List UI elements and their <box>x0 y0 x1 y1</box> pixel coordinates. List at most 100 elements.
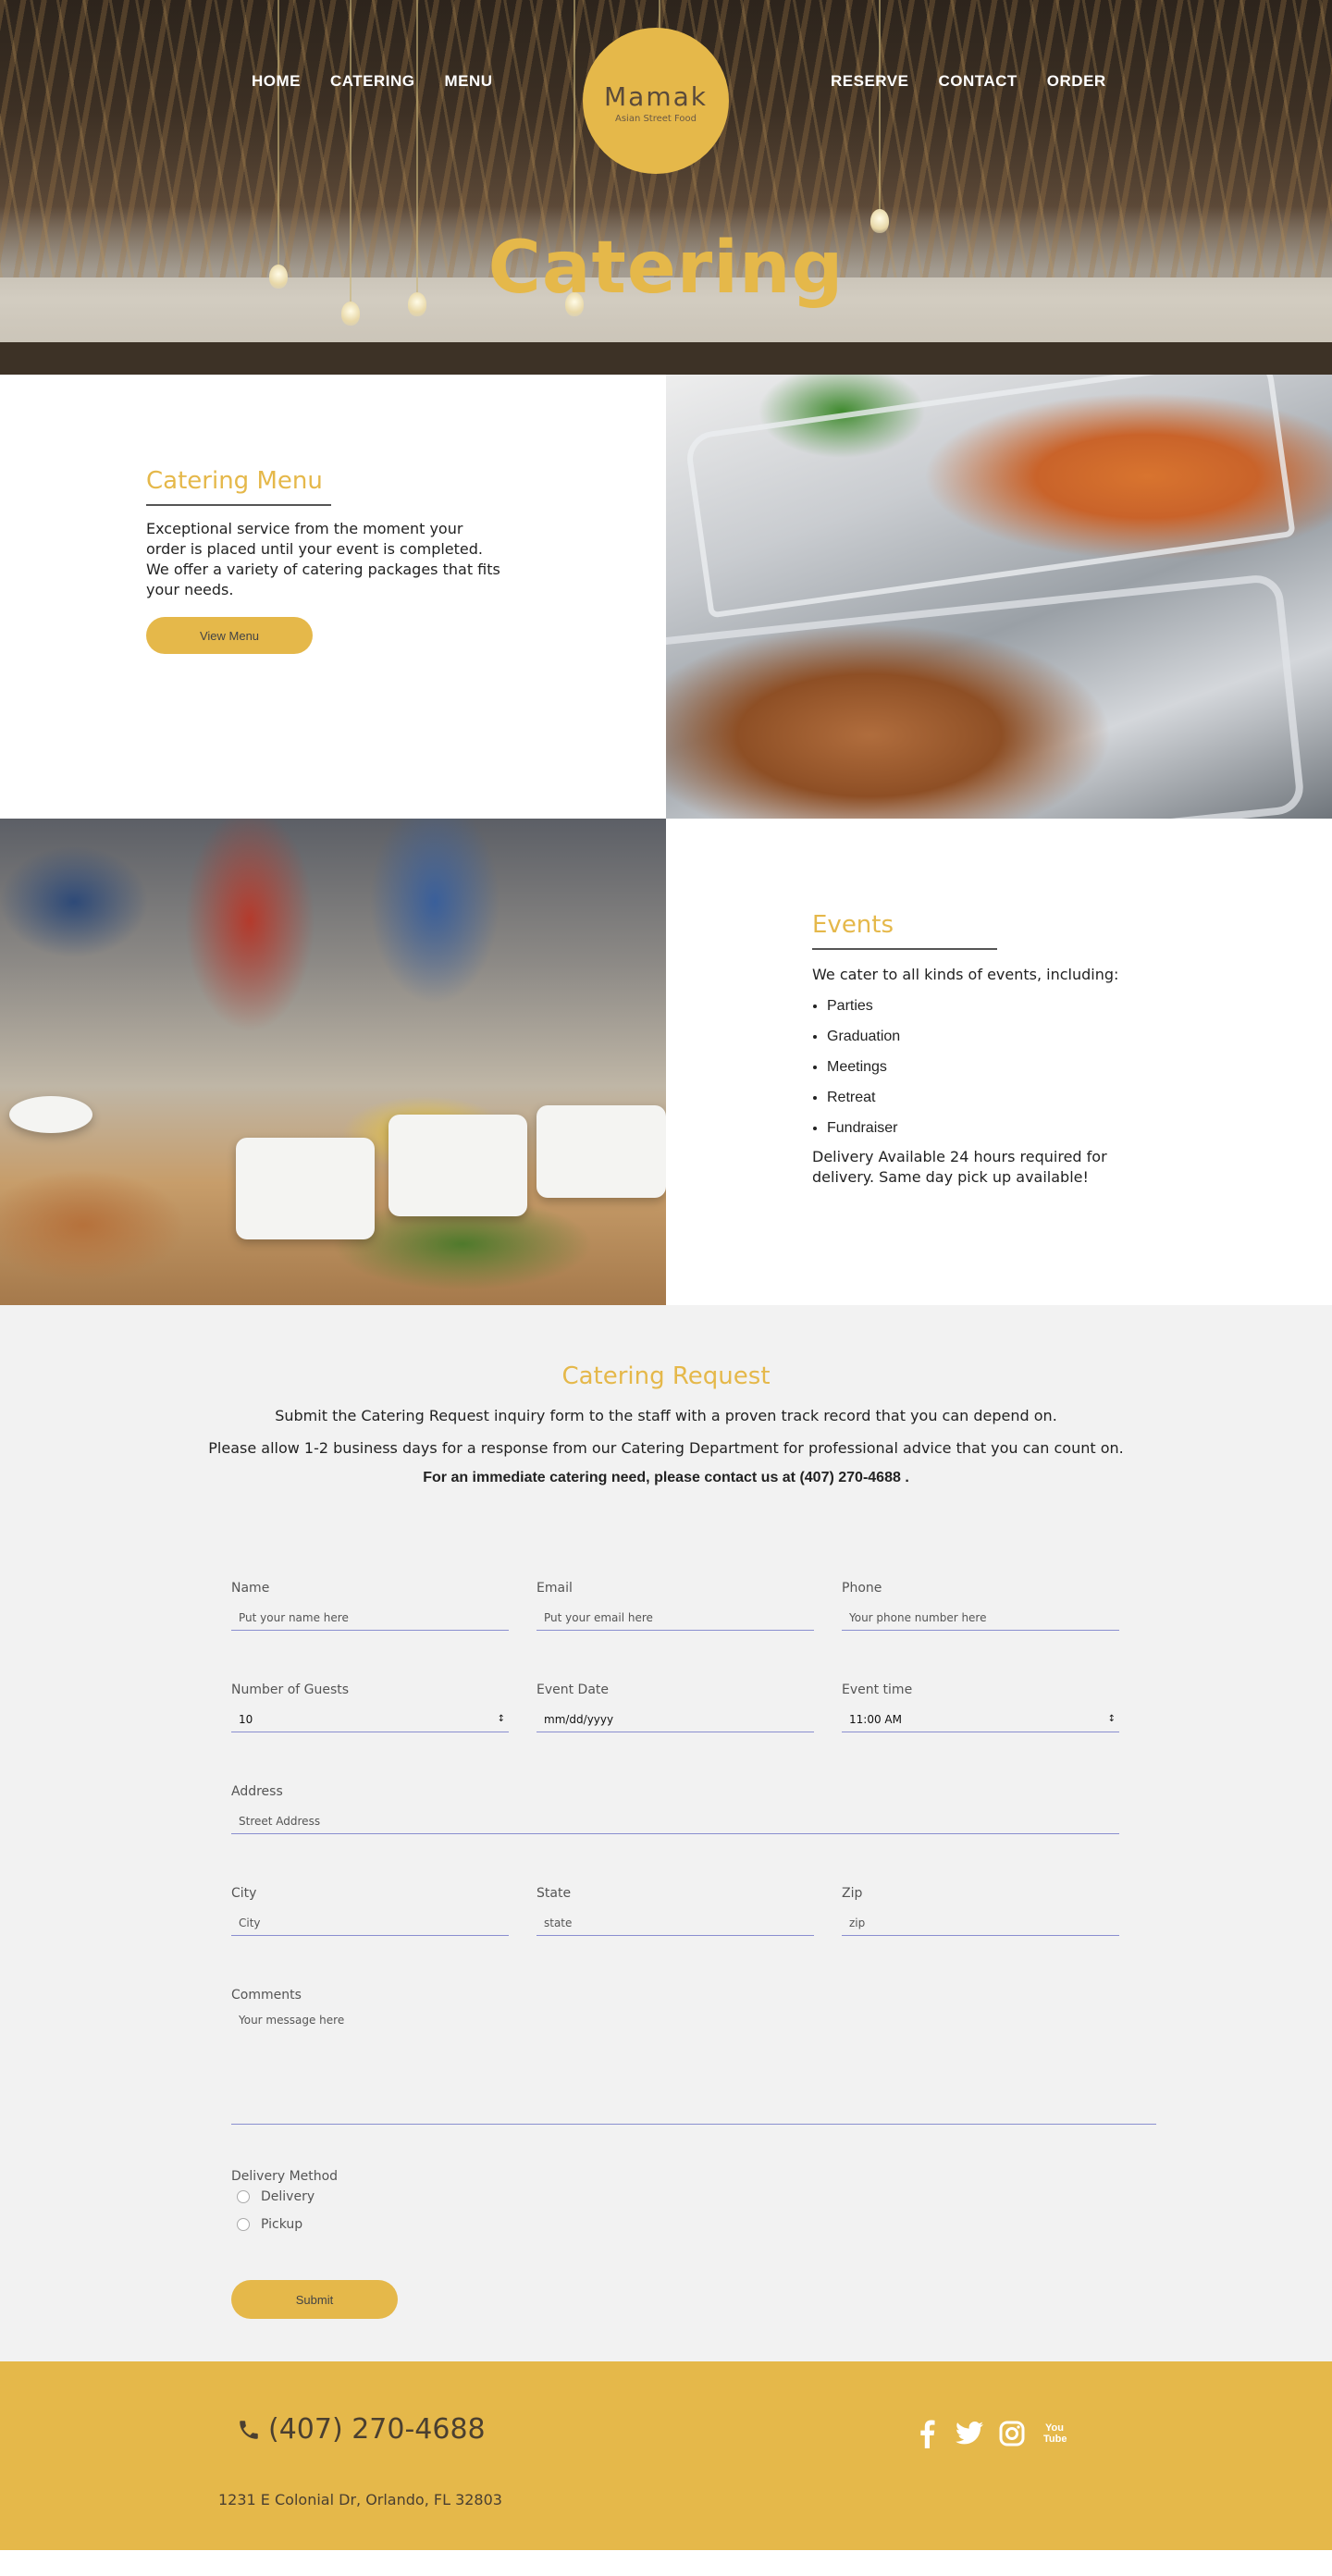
buffet-bowl <box>388 1115 527 1216</box>
radio-pickup[interactable] <box>237 2218 250 2231</box>
nav-order[interactable]: ORDER <box>1047 72 1106 91</box>
footer-phone-number: (407) 270-4688 <box>268 2413 486 2446</box>
twitter-icon[interactable] <box>955 2417 984 2450</box>
form-row-delivery: Delivery Method Delivery Pickup <box>0 2169 1332 2280</box>
comments-label: Comments <box>231 1988 302 2003</box>
form-row-event: Number of Guests 10 ↕ Event Date mm/dd/y… <box>0 1682 1332 1784</box>
events-intro: We cater to all kinds of events, includi… <box>812 966 1119 983</box>
address-label: Address <box>231 1784 283 1799</box>
form-row-address: Address Street Address <box>0 1784 1332 1886</box>
nav-catering[interactable]: CATERING <box>330 72 415 91</box>
comments-textarea[interactable]: Your message here <box>231 2014 1156 2125</box>
zip-input[interactable]: zip <box>842 1912 1119 1936</box>
page-title: Catering <box>487 227 845 310</box>
submit-button[interactable]: Submit <box>231 2280 398 2319</box>
nav-home[interactable]: HOME <box>252 72 301 91</box>
social-links: You Tube <box>912 2417 1069 2450</box>
city-field: City City <box>231 1886 509 1936</box>
catering-request-form: Name Put your name here Email Put your e… <box>0 1581 1332 2319</box>
state-field: State state <box>536 1886 814 1936</box>
buffet-bowl <box>236 1138 375 1239</box>
heading-underline <box>812 948 997 950</box>
state-label: State <box>536 1886 572 1901</box>
select-arrows-icon: ↕ <box>1107 1714 1116 1724</box>
phone-label: Phone <box>842 1581 882 1596</box>
address-input[interactable]: Street Address <box>231 1810 1119 1834</box>
footer-phone[interactable]: (407) 270-4688 <box>237 2413 486 2446</box>
form-row-contact: Name Put your name here Email Put your e… <box>0 1581 1332 1682</box>
guests-select[interactable]: 10 ↕ <box>231 1708 509 1732</box>
event-date-label: Event Date <box>536 1682 610 1697</box>
catering-menu-description: Exceptional service from the moment your… <box>146 520 500 598</box>
list-item: Graduation <box>827 1029 1182 1045</box>
request-line-1: Submit the Catering Request inquiry form… <box>275 1407 1057 1424</box>
email-input[interactable]: Put your email here <box>536 1607 814 1631</box>
logo[interactable]: Mamak Asian Street Food <box>583 28 729 174</box>
request-intro: Catering Request Submit the Catering Req… <box>0 1362 1332 1486</box>
name-input[interactable]: Put your name here <box>231 1607 509 1631</box>
catering-menu-heading: Catering Menu <box>146 467 323 495</box>
event-time-select[interactable]: 11:00 AM ↕ <box>842 1708 1119 1732</box>
buffet-image <box>0 819 666 1305</box>
guests-field: Number of Guests 10 ↕ <box>231 1682 509 1732</box>
radio-pickup-label: Pickup <box>261 2217 303 2232</box>
events-section: Events We cater to all kinds of events, … <box>0 819 1332 1305</box>
events-text-column: Events We cater to all kinds of events, … <box>666 819 1332 1305</box>
footer-address: 1231 E Colonial Dr, Orlando, FL 32803 <box>218 2491 502 2508</box>
event-date-input[interactable]: mm/dd/yyyy <box>536 1708 814 1732</box>
delivery-method-label: Delivery Method <box>231 2169 339 2184</box>
select-arrows-icon: ↕ <box>497 1714 505 1724</box>
pickup-option[interactable]: Pickup <box>231 2217 1119 2232</box>
list-item: Parties <box>827 998 1182 1015</box>
events-heading: Events <box>812 911 894 939</box>
list-item: Retreat <box>827 1090 1182 1106</box>
events-list: Parties Graduation Meetings Retreat Fund… <box>812 998 1182 1137</box>
youtube-icon[interactable]: You Tube <box>1040 2417 1069 2450</box>
hanging-bulb <box>870 0 889 233</box>
name-label: Name <box>231 1581 270 1596</box>
catering-request-section: Catering Request Submit the Catering Req… <box>0 1305 1332 2361</box>
address-field: Address Street Address <box>231 1784 1119 1834</box>
list-item: Fundraiser <box>827 1120 1182 1137</box>
events-block: Events We cater to all kinds of events, … <box>812 911 1182 1188</box>
name-field: Name Put your name here <box>231 1581 509 1631</box>
comments-field: Comments Your message here <box>231 1988 1156 2125</box>
logo-tagline: Asian Street Food <box>614 114 697 124</box>
email-field: Email Put your email here <box>536 1581 814 1631</box>
nav-contact[interactable]: CONTACT <box>938 72 1017 91</box>
zip-field: Zip zip <box>842 1886 1119 1936</box>
state-input[interactable]: state <box>536 1912 814 1936</box>
request-heading: Catering Request <box>561 1362 771 1390</box>
guests-label: Number of Guests <box>231 1682 350 1697</box>
floor <box>0 342 1332 375</box>
request-line-3: For an immediate catering need, please c… <box>423 1470 909 1485</box>
event-date-field: Event Date mm/dd/yyyy <box>536 1682 814 1732</box>
delivery-method-field: Delivery Method Delivery Pickup <box>231 2169 1119 2232</box>
hero-banner: HOME CATERING MENU Mamak Asian Street Fo… <box>0 0 1332 375</box>
catering-food-image <box>666 375 1332 819</box>
city-input[interactable]: City <box>231 1912 509 1936</box>
email-label: Email <box>536 1581 573 1596</box>
catering-food-image-column <box>666 375 1332 819</box>
events-delivery-note: Delivery Available 24 hours required for… <box>812 1148 1107 1186</box>
catering-menu-section: Catering Menu Exceptional service from t… <box>0 375 1332 819</box>
request-line-2: Please allow 1-2 business days for a res… <box>208 1439 1124 1457</box>
radio-delivery[interactable] <box>237 2190 250 2203</box>
form-row-comments: Comments Your message here <box>0 1988 1332 2169</box>
zip-label: Zip <box>842 1886 863 1901</box>
guests-value: 10 <box>239 1713 253 1726</box>
phone-input[interactable]: Your phone number here <box>842 1607 1119 1631</box>
facebook-icon[interactable] <box>912 2417 942 2450</box>
view-menu-button[interactable]: View Menu <box>146 617 313 654</box>
nav-reserve[interactable]: RESERVE <box>831 72 908 91</box>
youtube-icon-text: You Tube <box>1043 2422 1067 2445</box>
delivery-option[interactable]: Delivery <box>231 2189 1119 2204</box>
city-label: City <box>231 1886 257 1901</box>
buffet-bowl <box>536 1105 666 1198</box>
main-nav-left: HOME CATERING MENU <box>252 72 493 91</box>
phone-icon <box>240 2420 258 2439</box>
radio-delivery-label: Delivery <box>261 2189 315 2204</box>
instagram-icon[interactable] <box>997 2417 1027 2450</box>
heading-underline <box>146 504 331 506</box>
nav-menu[interactable]: MENU <box>445 72 493 91</box>
